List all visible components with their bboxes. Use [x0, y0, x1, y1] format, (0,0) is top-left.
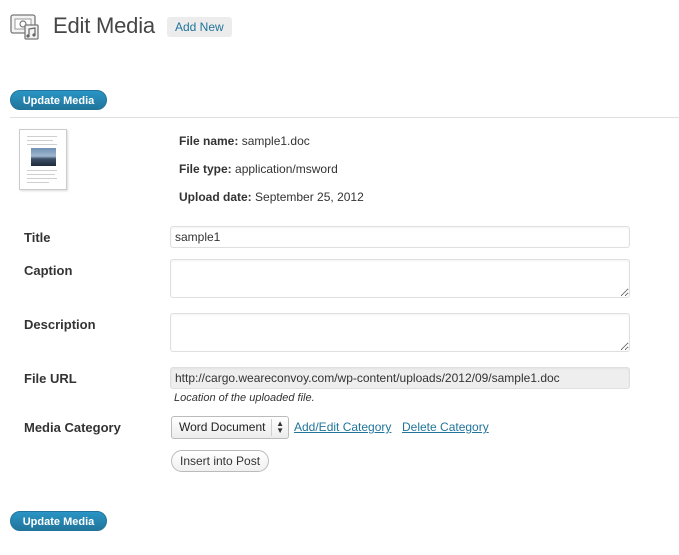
delete-category-link[interactable]: Delete Category: [402, 420, 489, 434]
description-textarea[interactable]: [170, 313, 630, 352]
media-library-icon: [9, 11, 43, 43]
upload-date-value: September 25, 2012: [255, 190, 364, 204]
update-media-button-top[interactable]: Update Media: [10, 90, 107, 110]
title-input[interactable]: [170, 226, 630, 248]
caption-label: Caption: [24, 263, 73, 278]
insert-into-post-button[interactable]: Insert into Post: [171, 450, 270, 472]
file-url-hint: Location of the uploaded file.: [174, 392, 315, 404]
description-label: Description: [24, 317, 96, 332]
select-arrows-icon: ▲ ▼: [276, 419, 284, 435]
file-url-field[interactable]: [170, 367, 630, 389]
upload-date-row: Upload date: September 25, 2012: [179, 190, 364, 204]
file-name-value: sample1.doc: [241, 134, 310, 148]
file-name-row: File name: sample1.doc: [179, 134, 310, 148]
media-category-selected: Word Document: [179, 420, 266, 434]
page-title: Edit Media: [53, 13, 155, 38]
media-category-select[interactable]: Word Document ▲ ▼: [171, 416, 289, 439]
title-label: Title: [24, 230, 51, 245]
add-edit-category-link[interactable]: Add/Edit Category: [294, 420, 391, 434]
add-new-button[interactable]: Add New: [167, 17, 232, 37]
caption-textarea[interactable]: [170, 259, 630, 298]
divider: [10, 117, 679, 118]
file-type-row: File type: application/msword: [179, 162, 338, 176]
document-thumbnail-icon: [19, 129, 67, 190]
update-media-button-bottom[interactable]: Update Media: [10, 511, 107, 531]
upload-date-label: Upload date:: [179, 190, 252, 204]
file-type-value: application/msword: [235, 162, 338, 176]
file-type-label: File type:: [179, 162, 232, 176]
file-name-label: File name:: [179, 134, 239, 148]
media-category-label: Media Category: [24, 420, 121, 435]
file-url-label: File URL: [24, 371, 77, 386]
